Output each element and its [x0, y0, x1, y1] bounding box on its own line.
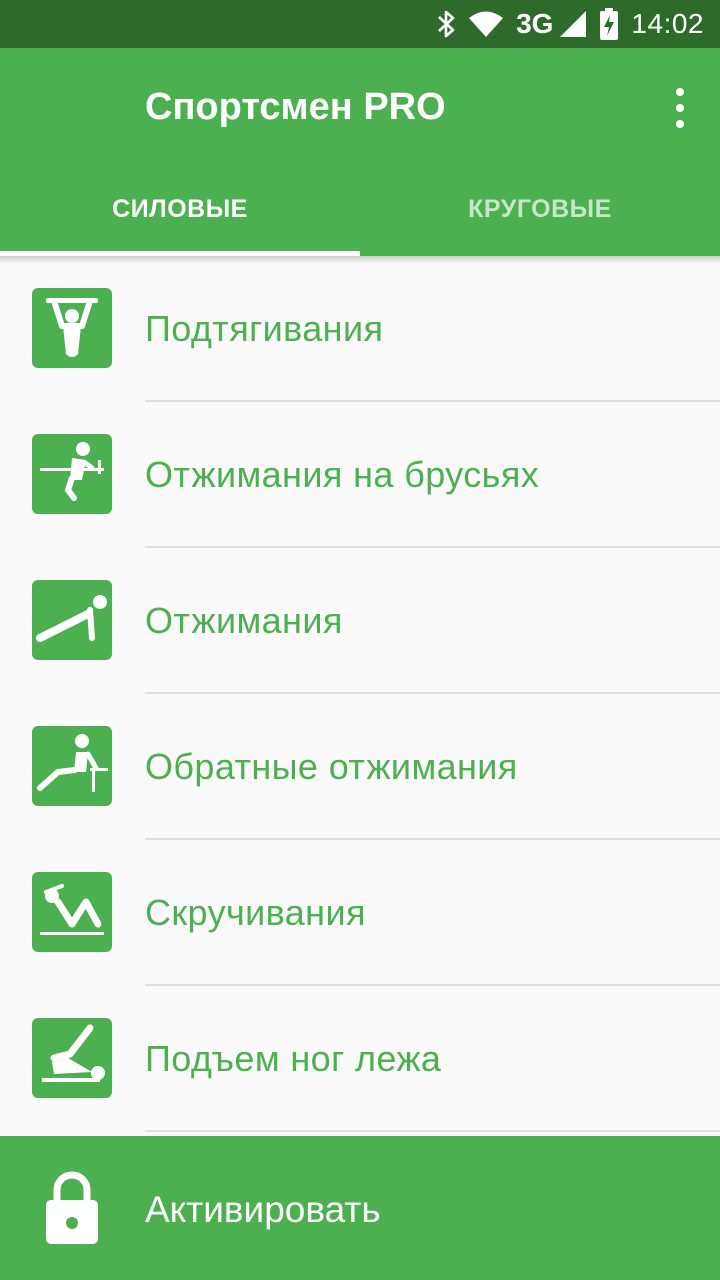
list-item-dips[interactable]: Отжимания на брусьях [0, 402, 720, 548]
exercise-list: Подтягивания Отжимания на брусьях Отжима… [0, 256, 720, 1132]
list-item-label: Отжимания на брусьях [145, 454, 540, 495]
wifi-icon [469, 11, 504, 37]
list-item-push-ups[interactable]: Отжимания [0, 548, 720, 694]
list-item-label: Подтягивания [145, 308, 384, 349]
app-title: Спортсмен PRO [145, 86, 446, 128]
app-bar: Спортсмен PRO СИЛОВЫЕ КРУГОВЫЕ [0, 48, 720, 256]
signal-icon [560, 11, 587, 37]
list-item-leg-raise[interactable]: Подъем ног лежа [0, 986, 720, 1132]
network-type: 3G [516, 8, 554, 39]
push-up-icon [32, 580, 112, 660]
crunches-icon [32, 872, 112, 952]
list-item-label: Подъем ног лежа [145, 1038, 442, 1079]
tab-circuit[interactable]: КРУГОВЫЕ [360, 162, 720, 256]
battery-charging-icon [600, 8, 619, 40]
leg-raise-icon [32, 1018, 112, 1098]
tab-strength[interactable]: СИЛОВЫЕ [0, 162, 360, 256]
list-item-label: Обратные отжимания [145, 746, 518, 787]
clock: 14:02 [631, 8, 704, 39]
list-item-label: Скручивания [145, 892, 366, 933]
dips-icon [32, 434, 112, 514]
bluetooth-icon [438, 10, 455, 38]
divider [145, 1130, 720, 1132]
status-icons: 3G 14:02 [436, 0, 704, 48]
tab-bar: СИЛОВЫЕ КРУГОВЫЕ [0, 162, 720, 256]
list-item-bench-dips[interactable]: Обратные отжимания [0, 694, 720, 840]
activate-label: Активировать [145, 1189, 381, 1230]
list-item-crunches[interactable]: Скручивания [0, 840, 720, 986]
lock-icon [46, 1171, 98, 1244]
tab-label: СИЛОВЫЕ [112, 194, 248, 223]
status-bar: 3G 14:02 [0, 0, 720, 48]
list-item-pull-ups[interactable]: Подтягивания [0, 256, 720, 402]
activate-button[interactable]: Активировать [0, 1136, 720, 1280]
pull-up-icon [32, 288, 112, 368]
tab-label: КРУГОВЫЕ [468, 194, 612, 223]
more-vert-icon[interactable] [670, 88, 690, 128]
list-item-label: Отжимания [145, 600, 343, 641]
bench-dips-icon [32, 726, 112, 806]
